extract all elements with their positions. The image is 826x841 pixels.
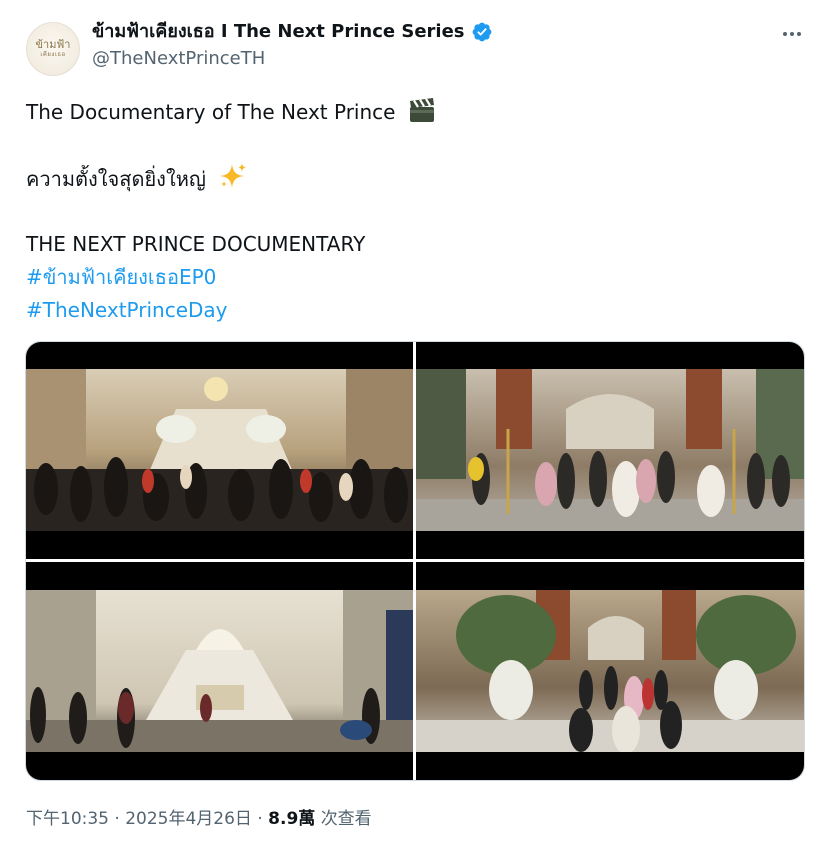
ballroom-dance-image xyxy=(416,369,804,531)
avatar-logo-line2: เคียงเธอ xyxy=(40,51,66,58)
media-image-4[interactable] xyxy=(416,562,804,780)
hashtag-link-ep0[interactable]: #ข้ามฟ้าเคียงเธอEP0 xyxy=(26,261,786,294)
tweet-header: ข้ามฟ้า เคียงเธอ ข้ามฟ้าเคียงเธอ I The N… xyxy=(26,20,806,80)
clapper-board-icon xyxy=(409,98,434,122)
grand-hall-image xyxy=(26,590,413,752)
tweet-title: The Documentary of The Next Prince xyxy=(26,100,396,124)
tweet-line-3: THE NEXT PRINCE DOCUMENTARY xyxy=(26,232,366,256)
avatar-logo-line1: ข้ามฟ้า xyxy=(35,38,71,51)
tweet-meta: 下午10:35 · 2025年4月26日 · 8.9萬 次查看 xyxy=(26,809,372,829)
palace-staircase-image xyxy=(26,369,413,531)
tweet-date[interactable]: 2025年4月26日 xyxy=(125,809,252,829)
tweet-line-2: ความตั้งใจสุดยิ่งใหญ่ xyxy=(26,162,786,195)
author-display-name-row[interactable]: ข้ามฟ้าเคียงเธอ I The Next Prince Series xyxy=(92,20,493,44)
author-display-name[interactable]: ข้ามฟ้าเคียงเธอ I The Next Prince Series xyxy=(92,20,465,44)
more-options-icon[interactable] xyxy=(778,24,806,44)
author-handle[interactable]: @TheNextPrinceTH xyxy=(92,46,493,72)
author-names: ข้ามฟ้าเคียงเธอ I The Next Prince Series… xyxy=(92,20,493,72)
tweet-line-1: The Documentary of The Next Prince xyxy=(26,96,786,129)
views-label: 次查看 xyxy=(320,809,372,829)
verified-badge-icon xyxy=(472,22,491,42)
views-count: 8.9萬 xyxy=(268,809,316,829)
avatar[interactable]: ข้ามฟ้า เคียงเธอ xyxy=(26,22,80,76)
media-grid xyxy=(25,341,805,781)
sparkles-icon xyxy=(220,163,247,188)
tweet-thai-line: ความตั้งใจสุดยิ่งใหญ่ xyxy=(26,167,206,191)
tweet-time[interactable]: 下午10:35 xyxy=(26,809,109,829)
media-image-2[interactable] xyxy=(416,342,804,559)
media-image-3[interactable] xyxy=(26,562,413,780)
tweet-text: The Documentary of The Next Prince ความต… xyxy=(26,96,786,327)
media-image-1[interactable] xyxy=(26,342,413,559)
hashtag-link-nextprinceday[interactable]: #TheNextPrinceDay xyxy=(26,294,786,327)
hall-procession-image xyxy=(416,590,804,752)
